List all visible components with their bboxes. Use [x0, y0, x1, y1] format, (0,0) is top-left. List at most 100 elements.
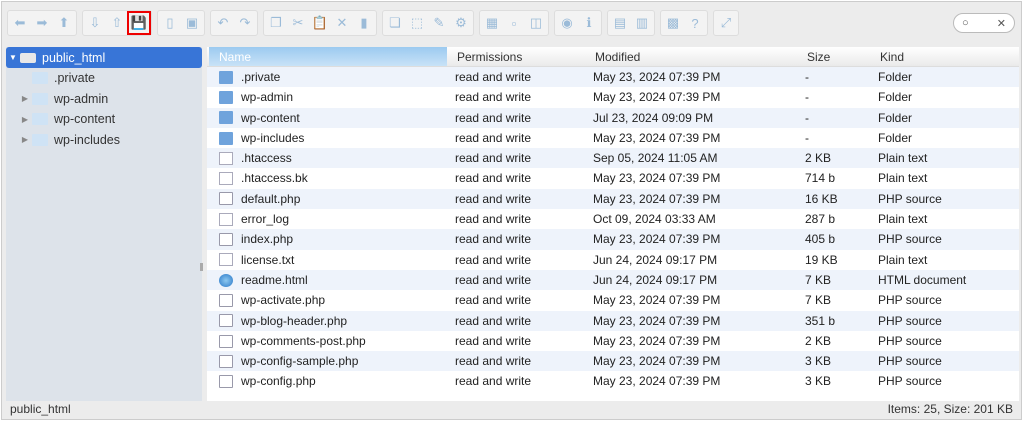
file-row[interactable]: index.php read and write May 23, 2024 07:3…: [207, 229, 1019, 250]
current-path: public_html: [10, 402, 71, 416]
file-kind: Plain text: [878, 151, 928, 166]
fullscreen-button[interactable]: ⤢: [715, 12, 737, 34]
download-button[interactable]: ⇩: [84, 12, 106, 34]
file-row[interactable]: wp-config.php read and write May 23, 2024 …: [207, 371, 1019, 391]
text-icon: [219, 151, 233, 165]
select-button[interactable]: ⬚: [406, 12, 428, 34]
archive-button[interactable]: ▤: [609, 12, 631, 34]
file-name: wp-comments-post.php: [241, 333, 366, 348]
folder-icon: [219, 90, 233, 104]
expand-arrow-icon[interactable]: ▶: [18, 115, 32, 124]
forward-button[interactable]: ➡: [31, 12, 53, 34]
file-size: 3 KB: [805, 374, 832, 389]
file-row[interactable]: license.txt read and write Jun 24, 2024 09…: [207, 250, 1019, 270]
save-button[interactable]: 💾: [127, 11, 151, 35]
file-kind: HTML document: [878, 272, 967, 287]
file-name: license.txt: [241, 252, 295, 267]
file-modified: Jul 23, 2024 09:09 PM: [593, 110, 714, 125]
file-name: wp-config.php: [241, 374, 316, 389]
search-icon: ○: [962, 17, 969, 29]
upload-button[interactable]: ⇧: [106, 12, 128, 34]
file-row[interactable]: .htaccess.bk read and write May 23, 2024 0…: [207, 168, 1019, 188]
copy-button[interactable]: ❐: [265, 12, 287, 34]
save-as-button[interactable]: ▣: [181, 12, 203, 34]
file-row[interactable]: wp-blog-header.php read and write May 23, …: [207, 310, 1019, 331]
help-button[interactable]: ?: [684, 12, 706, 34]
text-icon: [219, 172, 233, 186]
sort-button[interactable]: ▩: [662, 12, 684, 34]
file-row[interactable]: wp-admin read and write May 23, 2024 07:39…: [207, 87, 1019, 107]
file-kind: PHP source: [878, 374, 942, 389]
search-input[interactable]: ○ ✕: [953, 13, 1015, 33]
column-permissions[interactable]: Permissions: [447, 47, 585, 66]
file-size: 2 KB: [805, 333, 832, 348]
column-kind[interactable]: Kind: [870, 47, 1010, 66]
expand-arrow-icon[interactable]: ▶: [18, 94, 32, 103]
file-modified: Jun 24, 2024 09:17 PM: [593, 252, 718, 267]
file-name: error_log: [241, 212, 290, 227]
file-permissions: read and write: [455, 333, 532, 348]
file-row[interactable]: wp-content read and write Jul 23, 2024 09:…: [207, 107, 1019, 128]
text-icon: [219, 212, 233, 226]
file-row[interactable]: default.php read and write May 23, 2024 07…: [207, 188, 1019, 210]
column-size[interactable]: Size: [797, 47, 870, 66]
delete-button[interactable]: ✕: [331, 12, 353, 34]
file-row[interactable]: error_log read and write Oct 09, 2024 03:3…: [207, 209, 1019, 229]
clear-search-icon[interactable]: ✕: [997, 17, 1006, 30]
file-row[interactable]: wp-config-sample.php read and write May 23…: [207, 351, 1019, 372]
php-icon: [219, 354, 233, 368]
php-icon: [219, 314, 233, 328]
file-permissions: read and write: [455, 191, 532, 206]
column-name[interactable]: Name: [209, 47, 447, 66]
file-modified: May 23, 2024 07:39 PM: [593, 90, 721, 105]
column-headers: Name Permissions Modified Size Kind: [207, 47, 1019, 67]
file-size: -: [805, 110, 809, 125]
file-row[interactable]: .private read and write May 23, 2024 07:39…: [207, 67, 1019, 88]
duplicate-button[interactable]: ❏: [384, 12, 406, 34]
preview-button[interactable]: ◉: [556, 12, 578, 34]
expand-arrow-icon[interactable]: ▼: [6, 53, 20, 62]
paste-button[interactable]: 📋: [309, 12, 331, 34]
html-icon: [219, 273, 233, 287]
columns-button[interactable]: ◫: [525, 12, 547, 34]
cut-button[interactable]: ✂: [287, 12, 309, 34]
php-icon: [219, 192, 233, 206]
file-row[interactable]: readme.html read and write Jun 24, 2024 09…: [207, 269, 1019, 291]
extract-button[interactable]: ⚙: [450, 12, 472, 34]
file-kind: Folder: [878, 70, 913, 84]
tree-item[interactable]: .private: [6, 68, 202, 89]
file-row[interactable]: wp-includes read and write May 23, 2024 07…: [207, 128, 1019, 148]
sidebar-resize-handle[interactable]: [200, 263, 203, 271]
tree-item[interactable]: ▶ wp-admin: [6, 89, 202, 110]
file-size: 16 KB: [805, 191, 838, 206]
file-row[interactable]: wp-comments-post.php read and write May 23…: [207, 331, 1019, 351]
back-button[interactable]: ⬅: [9, 12, 31, 34]
open-button[interactable]: ▯: [159, 12, 181, 34]
file-name: readme.html: [241, 272, 308, 287]
redo-button[interactable]: ↷: [234, 12, 256, 34]
unarchive-button[interactable]: ▥: [631, 12, 653, 34]
file-row[interactable]: .htaccess read and write Sep 05, 2024 11:0…: [207, 148, 1019, 169]
file-modified: May 23, 2024 07:39 PM: [593, 171, 721, 186]
toolbar-group: ◉ ℹ: [554, 10, 602, 36]
edit-button[interactable]: ✎: [428, 12, 450, 34]
file-kind: PHP source: [878, 313, 942, 328]
expand-arrow-icon[interactable]: ▶: [18, 135, 32, 144]
file-name: wp-admin: [241, 90, 294, 105]
tree-item[interactable]: ▶ wp-includes: [6, 130, 202, 151]
tree-item[interactable]: ▶ wp-content: [6, 109, 202, 130]
list-view-button[interactable]: ▫: [503, 12, 525, 34]
undo-button[interactable]: ↶: [212, 12, 234, 34]
icons-view-button[interactable]: ▦: [481, 12, 503, 34]
file-row[interactable]: wp-activate.php read and write May 23, 202…: [207, 290, 1019, 310]
rename-button[interactable]: ▮: [353, 12, 375, 34]
file-name: wp-content: [241, 110, 300, 125]
folder-icon: [32, 92, 48, 105]
tree-root[interactable]: ▼ public_html: [6, 47, 202, 68]
up-button[interactable]: ⬆: [53, 12, 75, 34]
file-kind: Plain text: [878, 171, 928, 186]
file-manager-window: ⬅ ➡ ⬆ ⇩ ⇧ 💾 ▯ ▣ ↶ ↷ ❐ ✂ 📋 ✕ ▮ ❏ ⬚ ✎ ⚙ ▦ ▫ ◫ ◉ ℹ ▤ ▥ ▩? ⤢ ○ ✕ ▼ public…: [1, 1, 1022, 420]
info-button[interactable]: ℹ: [578, 12, 600, 34]
toolbar-group: ❐ ✂ 📋 ✕ ▮: [263, 10, 377, 36]
column-modified[interactable]: Modified: [585, 47, 797, 66]
